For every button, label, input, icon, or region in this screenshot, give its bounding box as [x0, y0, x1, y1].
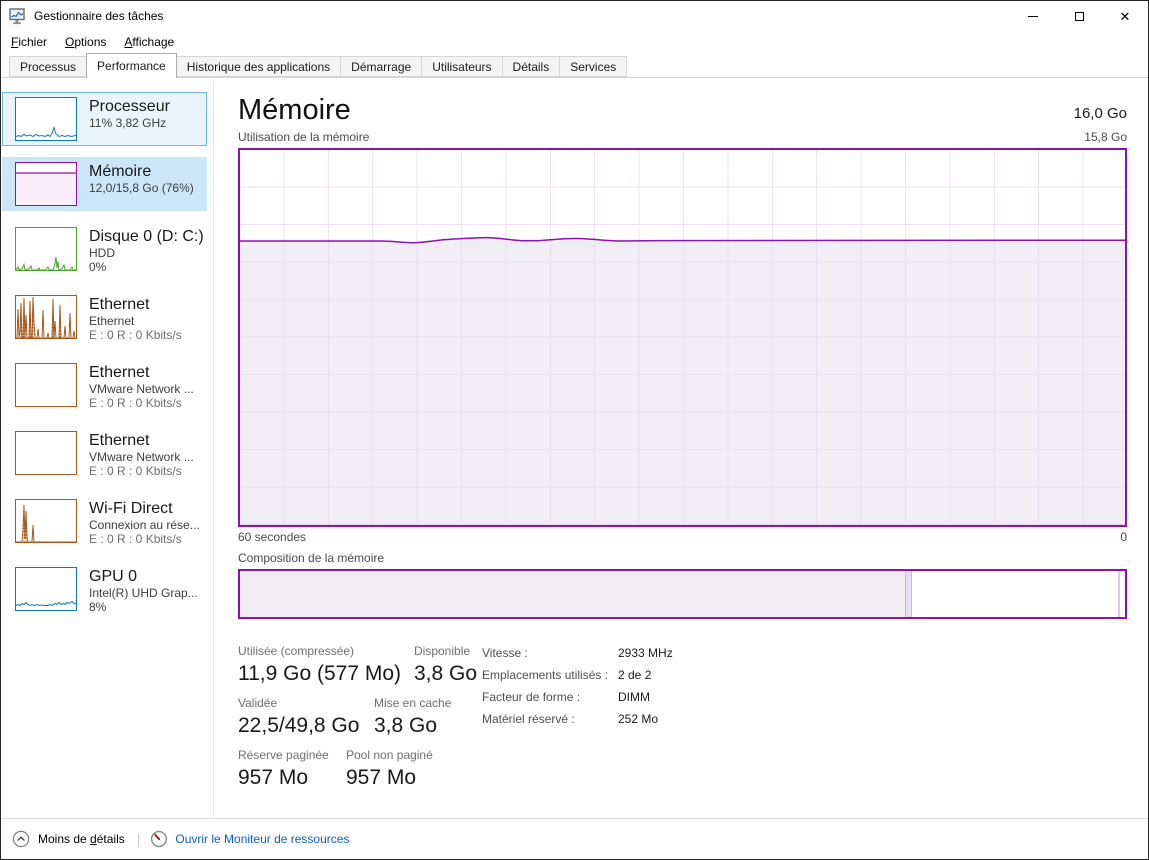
tab-historique-applications[interactable]: Historique des applications	[176, 56, 341, 77]
resource-monitor-icon	[150, 830, 168, 848]
ethernet-mini-graph	[15, 363, 77, 407]
title-bar: Gestionnaire des tâches ✕	[1, 1, 1148, 31]
usage-chart-x-axis: 60 secondes 0	[238, 530, 1127, 544]
tab-demarrage[interactable]: Démarrage	[340, 56, 422, 77]
sidebar-item-label: Ethernet	[89, 295, 182, 314]
menu-options[interactable]: Options	[56, 32, 115, 52]
usage-chart-caption: Utilisation de la mémoire 15,8 Go	[238, 130, 1127, 144]
sidebar-item-detail: VMware Network ...	[89, 382, 194, 396]
sidebar-item-detail: 8%	[89, 600, 198, 614]
sidebar-item-throughput: E : 0 R : 0 Kbits/s	[89, 532, 200, 546]
sidebar-item-label: Disque 0 (D: C:)	[89, 227, 204, 246]
ethernet-mini-graph	[15, 295, 77, 339]
detail-form-factor: Facteur de forme : DIMM	[482, 689, 673, 706]
gpu-mini-graph	[15, 567, 77, 611]
close-icon: ✕	[1120, 10, 1131, 23]
composition-free-segment	[912, 571, 1125, 617]
memory-usage-graph[interactable]	[238, 148, 1127, 527]
menu-bar: Fichier Options Affichage	[1, 31, 1148, 53]
sidebar-item-gpu-0[interactable]: GPU 0 Intel(R) UHD Grap... 8%	[2, 562, 207, 619]
memory-stats: Utilisée (compressée) 11,9 Go (577 Mo) D…	[238, 644, 1127, 800]
sidebar-item-ethernet-1[interactable]: Ethernet Ethernet E : 0 R : 0 Kbits/s	[2, 290, 207, 347]
composition-in-use-segment	[240, 571, 906, 617]
time-end-label: 0	[1120, 530, 1127, 544]
chevron-up-circle-icon	[12, 830, 30, 848]
tab-services[interactable]: Services	[559, 56, 627, 77]
sidebar-item-label: Ethernet	[89, 431, 194, 450]
detail-slots-used: Emplacements utilisés : 2 de 2	[482, 667, 673, 684]
stat-committed: Validée 22,5/49,8 Go	[238, 696, 374, 739]
sidebar-item-detail: 11% 3,82 GHz	[89, 116, 170, 130]
sidebar-item-throughput: E : 0 R : 0 Kbits/s	[89, 464, 194, 478]
close-button[interactable]: ✕	[1102, 1, 1148, 31]
sidebar-item-ethernet-2[interactable]: Ethernet VMware Network ... E : 0 R : 0 …	[2, 358, 207, 415]
usage-chart-label: Utilisation de la mémoire	[238, 130, 369, 144]
sidebar-item-ethernet-3[interactable]: Ethernet VMware Network ... E : 0 R : 0 …	[2, 426, 207, 483]
maximize-button[interactable]	[1056, 1, 1102, 31]
sidebar-item-detail: VMware Network ...	[89, 450, 194, 464]
page-title: Mémoire	[238, 93, 351, 127]
stat-used: Utilisée (compressée) 11,9 Go (577 Mo)	[238, 644, 414, 687]
sidebar-item-memory[interactable]: Mémoire 12,0/15,8 Go (76%)	[2, 157, 207, 211]
tab-strip: Processus Performance Historique des app…	[1, 53, 1148, 78]
time-span-label: 60 secondes	[238, 530, 306, 544]
sidebar-item-detail: 0%	[89, 260, 204, 274]
memory-composition-bar[interactable]	[238, 569, 1127, 619]
performance-sidebar: Processeur 11% 3,82 GHz Mémoire 12,0/15,…	[2, 79, 214, 817]
memory-panel: Mémoire 16,0 Go Utilisation de la mémoir…	[215, 79, 1148, 817]
tab-utilisateurs[interactable]: Utilisateurs	[421, 56, 502, 77]
disk-mini-graph	[15, 227, 77, 271]
maximize-icon	[1075, 12, 1084, 21]
memory-mini-graph	[15, 162, 77, 206]
stat-available: Disponible 3,8 Go	[414, 644, 477, 687]
stat-non-paged-pool: Pool non paginé 957 Mo	[346, 748, 433, 791]
footer-divider: |	[137, 831, 141, 847]
sidebar-item-wifi-direct[interactable]: Wi-Fi Direct Connexion au rése... E : 0 …	[2, 494, 207, 551]
sidebar-item-label: Mémoire	[89, 162, 194, 181]
fewer-details-label: Moins de détails	[38, 832, 125, 846]
ethernet-mini-graph	[15, 431, 77, 475]
stat-cached: Mise en cache 3,8 Go	[374, 696, 451, 739]
detail-speed: Vitesse : 2933 MHz	[482, 645, 673, 662]
tab-details[interactable]: Détails	[502, 56, 561, 77]
sidebar-item-detail: Intel(R) UHD Grap...	[89, 586, 198, 600]
sidebar-item-label: Ethernet	[89, 363, 194, 382]
minimize-button[interactable]	[1010, 1, 1056, 31]
menu-file[interactable]: Fichier	[2, 32, 56, 52]
sidebar-item-throughput: E : 0 R : 0 Kbits/s	[89, 396, 194, 410]
sidebar-item-label: GPU 0	[89, 567, 198, 586]
sidebar-item-label: Processeur	[89, 97, 170, 116]
usage-chart-scale-max: 15,8 Go	[1084, 130, 1127, 144]
open-resource-monitor-link[interactable]: Ouvrir le Moniteur de ressources	[150, 830, 349, 848]
detail-hardware-reserved: Matériel réservé : 252 Mo	[482, 711, 673, 728]
app-icon	[9, 8, 27, 25]
footer-bar: Moins de détails | Ouvrir le Moniteur de…	[1, 818, 1148, 859]
stat-paged-pool: Réserve paginée 957 Mo	[238, 748, 346, 791]
task-manager-window: Gestionnaire des tâches ✕ Fichier Option…	[0, 0, 1149, 860]
window-controls: ✕	[1010, 1, 1148, 31]
cpu-mini-graph	[15, 97, 77, 141]
wifi-mini-graph	[15, 499, 77, 543]
menu-view[interactable]: Affichage	[115, 32, 183, 52]
minimize-icon	[1028, 16, 1038, 17]
fewer-details-toggle[interactable]: Moins de détails	[12, 830, 125, 848]
sidebar-item-cpu[interactable]: Processeur 11% 3,82 GHz	[2, 92, 207, 146]
composition-label: Composition de la mémoire	[238, 551, 1127, 565]
memory-header: Mémoire 16,0 Go	[238, 93, 1127, 127]
sidebar-item-throughput: E : 0 R : 0 Kbits/s	[89, 328, 182, 342]
sidebar-item-disk-0[interactable]: Disque 0 (D: C:) HDD 0%	[2, 222, 207, 279]
memory-capacity: 16,0 Go	[1074, 105, 1127, 127]
sidebar-item-detail: HDD	[89, 246, 204, 260]
tab-processus[interactable]: Processus	[9, 56, 87, 77]
sidebar-item-label: Wi-Fi Direct	[89, 499, 200, 518]
sidebar-item-detail: Ethernet	[89, 314, 182, 328]
hardware-details: Vitesse : 2933 MHz Emplacements utilisés…	[482, 644, 673, 800]
tab-performance[interactable]: Performance	[86, 53, 177, 78]
sidebar-item-detail: 12,0/15,8 Go (76%)	[89, 181, 194, 195]
window-title: Gestionnaire des tâches	[34, 9, 163, 23]
sidebar-item-detail: Connexion au rése...	[89, 518, 200, 532]
resource-monitor-label: Ouvrir le Moniteur de ressources	[175, 832, 349, 846]
